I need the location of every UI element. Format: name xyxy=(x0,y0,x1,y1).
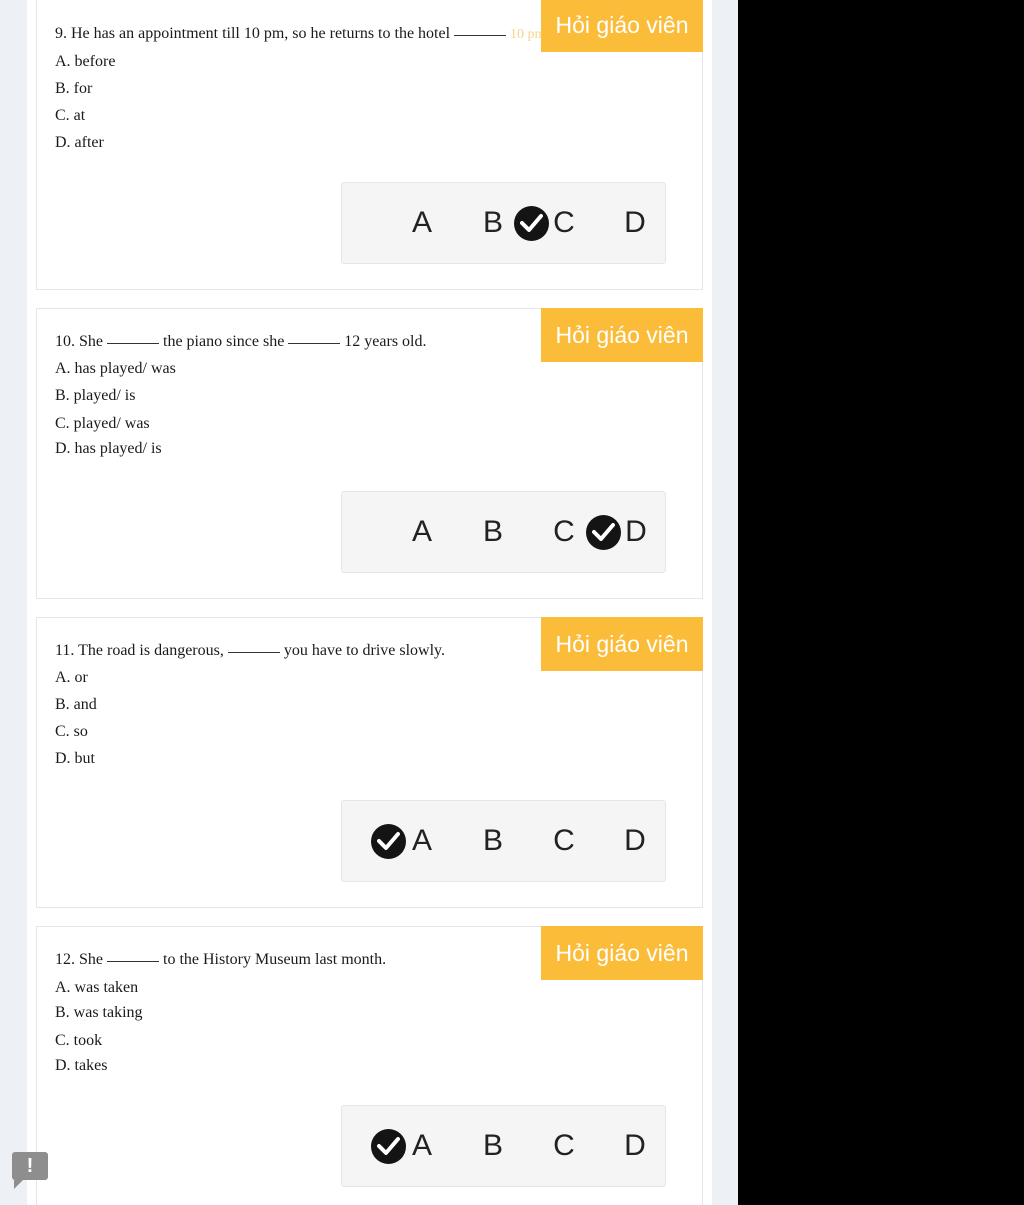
question-text-part: 12 years old. xyxy=(344,333,427,350)
check-icon xyxy=(371,1129,406,1164)
question-text-part: 10. She xyxy=(55,333,103,350)
question-text-part: 11. The road is dangerous, xyxy=(55,642,224,659)
option-c[interactable]: C. so xyxy=(55,723,88,741)
answer-blank xyxy=(107,343,159,344)
answer-c-button[interactable]: C xyxy=(544,1106,584,1186)
option-b[interactable]: B. and xyxy=(55,696,97,714)
ask-teacher-button[interactable]: Hỏi giáo viên xyxy=(541,0,703,52)
question-text-part: 12. She xyxy=(55,951,103,968)
question-card-12: 12. She to the History Museum last month.… xyxy=(36,926,703,1205)
question-card-9: 9. He has an appointment till 10 pm, so … xyxy=(36,0,703,290)
option-a[interactable]: A. before xyxy=(55,53,115,71)
answer-c-button[interactable]: C xyxy=(544,492,584,572)
answer-a-button[interactable]: A xyxy=(402,801,442,881)
answer-a-button[interactable]: A xyxy=(402,1106,442,1186)
answer-d-button[interactable]: D xyxy=(615,183,655,263)
question-text-part: you have to drive slowly. xyxy=(283,642,446,659)
option-c[interactable]: C. at xyxy=(55,107,85,125)
quiz-page: 9. He has an appointment till 10 pm, so … xyxy=(0,0,738,1205)
option-b[interactable]: B. was taking xyxy=(55,1004,143,1022)
answer-c-button[interactable]: C xyxy=(544,801,584,881)
answer-b-button[interactable]: B xyxy=(473,801,513,881)
report-feedback-icon[interactable]: ! xyxy=(12,1152,48,1189)
answer-d-button[interactable]: D xyxy=(615,1106,655,1186)
answer-d-button[interactable]: D xyxy=(616,492,656,572)
answer-selector: A B C D xyxy=(341,1105,666,1187)
answer-selector: A B C D xyxy=(341,182,666,264)
option-a[interactable]: A. was taken xyxy=(55,979,138,997)
option-a[interactable]: A. or xyxy=(55,669,88,687)
option-c[interactable]: C. took xyxy=(55,1032,102,1050)
option-d[interactable]: D. after xyxy=(55,134,104,152)
answer-blank xyxy=(454,35,507,36)
option-a[interactable]: A. has played/ was xyxy=(55,360,176,378)
option-d[interactable]: D. takes xyxy=(55,1057,107,1075)
question-card-10: 10. She the piano since she 12 years old. … xyxy=(36,308,703,599)
answer-a-button[interactable]: A xyxy=(402,183,442,263)
option-b[interactable]: B. played/ is xyxy=(55,387,135,405)
answer-c-button[interactable]: C xyxy=(544,183,584,263)
answer-blank xyxy=(107,961,159,962)
question-text: 11. The road is dangerous, you have to dr… xyxy=(55,642,445,660)
option-d[interactable]: D. has played/ is xyxy=(55,440,162,458)
question-text: 9. He has an appointment till 10 pm, so … xyxy=(55,25,549,43)
ask-teacher-button[interactable]: Hỏi giáo viên xyxy=(541,617,703,671)
answer-b-button[interactable]: B xyxy=(473,183,513,263)
answer-a-button[interactable]: A xyxy=(402,492,442,572)
question-text-part: 9. He has an appointment till 10 pm, so … xyxy=(55,25,451,42)
answer-d-button[interactable]: D xyxy=(615,801,655,881)
question-text-part: to the History Museum last month. xyxy=(163,951,387,968)
answer-b-button[interactable]: B xyxy=(473,492,513,572)
option-d[interactable]: D. but xyxy=(55,750,95,768)
question-text: 12. She to the History Museum last month. xyxy=(55,951,386,969)
question-text-part: the piano since she xyxy=(163,333,285,350)
answer-selector: A B C D xyxy=(341,491,666,573)
check-icon xyxy=(371,824,406,859)
question-card-11: 11. The road is dangerous, you have to dr… xyxy=(36,617,703,908)
answer-b-button[interactable]: B xyxy=(473,1106,513,1186)
answer-blank xyxy=(288,343,341,344)
ask-teacher-button[interactable]: Hỏi giáo viên xyxy=(541,308,703,362)
answer-selector: A B C D xyxy=(341,800,666,882)
ask-teacher-button[interactable]: Hỏi giáo viên xyxy=(541,926,703,980)
option-b[interactable]: B. for xyxy=(55,80,92,98)
question-text: 10. She the piano since she 12 years old. xyxy=(55,333,427,351)
answer-blank xyxy=(227,652,280,653)
option-c[interactable]: C. played/ was xyxy=(55,415,150,433)
